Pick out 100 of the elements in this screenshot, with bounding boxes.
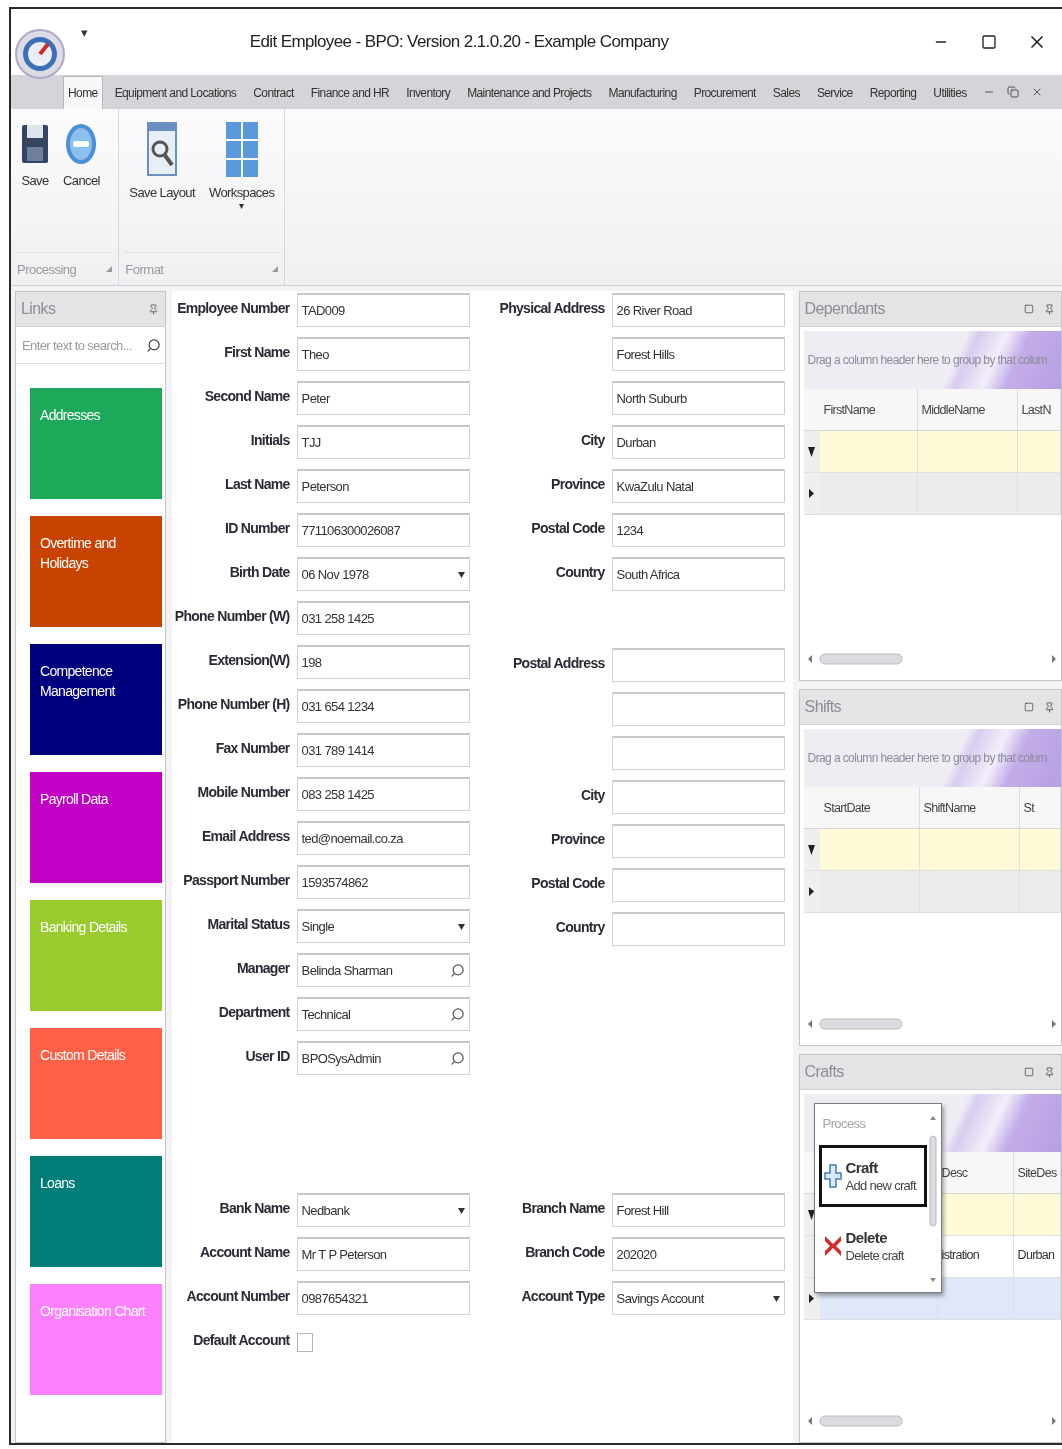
ribbon-button[interactable]: Save Layout	[125, 117, 199, 252]
field-label: Account Number	[185, 1287, 290, 1306]
ribbon-tab[interactable]: Contract	[248, 75, 299, 109]
input-field[interactable]: Peter	[296, 381, 470, 415]
menu-item-title: Craft	[845, 1159, 879, 1176]
window-title: Edit Employee - BPO: Version 2.1.0.20 - Example Company	[248, 32, 670, 52]
ribbon-tab[interactable]: Manufacturing	[603, 75, 682, 109]
ribbon-tab[interactable]: Utilities	[928, 75, 972, 109]
column-header[interactable]: MiddleName	[917, 389, 1018, 431]
column-header[interactable]: St	[1019, 787, 1061, 829]
input-field[interactable]: ted@noemail.co.za	[296, 821, 470, 855]
ribbon-button[interactable]: Cancel	[59, 117, 104, 252]
column-header[interactable]: ShiftName	[919, 787, 1020, 829]
field-value: 031 654 1234	[301, 699, 374, 714]
field-value: Peterson	[301, 479, 349, 494]
field-value: 198	[301, 655, 322, 670]
ribbon-tab[interactable]: Reporting	[864, 75, 922, 109]
lookup-field[interactable]: BPOSysAdmin	[296, 1041, 470, 1075]
input-field[interactable]: TAD009	[296, 293, 470, 327]
dropdown-field[interactable]: 06 Nov 1978	[296, 557, 470, 591]
lookup-field[interactable]: Technical	[296, 997, 470, 1031]
field-label: Country	[554, 563, 605, 582]
lookup-field[interactable]: Belinda Sharman	[296, 953, 470, 987]
input-field[interactable]: Forest Hill	[611, 1193, 785, 1227]
field-value: Peter	[301, 391, 330, 406]
input-field[interactable]: KwaZulu Natal	[611, 469, 785, 503]
input-field[interactable]: 26 River Road	[611, 293, 785, 327]
field-label: City	[579, 786, 605, 805]
ribbon-tab[interactable]: Inventory	[401, 75, 456, 109]
dropdown-field[interactable]: Single	[296, 909, 470, 943]
ribbon-tab[interactable]: Home	[63, 75, 103, 109]
input-field[interactable]: 198	[296, 645, 470, 679]
link-tile[interactable]: Loans	[30, 1156, 162, 1267]
input-field[interactable]: Peterson	[296, 469, 470, 503]
field-value: Forest Hills	[616, 347, 675, 362]
input-field[interactable]: 1593574862	[296, 865, 470, 899]
dropdown-field[interactable]: Nedbank	[296, 1193, 470, 1227]
menu-item[interactable]: Craft Add new craft	[818, 1145, 927, 1207]
link-tile[interactable]: Competence Management	[30, 644, 162, 755]
input-field[interactable]: TJJ	[296, 425, 470, 459]
quick-access-menu[interactable]: ▾	[81, 24, 88, 40]
ribbon-tab[interactable]: Procurement	[688, 75, 761, 109]
ribbon-tab[interactable]: Service	[811, 75, 858, 109]
ribbon-tab[interactable]: Maintenance and Projects	[462, 75, 597, 109]
field-value: 771106300026087	[301, 523, 401, 538]
field-value: BPOSysAdmin	[301, 1051, 381, 1066]
input-field[interactable]: Mr T P Peterson	[296, 1237, 470, 1271]
input-field[interactable]: South Africa	[611, 557, 785, 591]
input-field[interactable]: 031 258 1425	[296, 601, 470, 635]
field-value: Belinda Sharman	[301, 963, 393, 978]
field-value: 1593574862	[301, 875, 368, 890]
field-value: ted@noemail.co.za	[301, 831, 403, 846]
ribbon-tab[interactable]: Finance and HR	[305, 75, 395, 109]
field-label: First Name	[223, 343, 290, 362]
field-value: 083 258 1425	[301, 787, 374, 802]
group-by-hint: Drag a column header here to group by that colum	[807, 751, 1047, 765]
field-label: User ID	[244, 1047, 290, 1066]
field-value: 06 Nov 1978	[301, 567, 369, 582]
input-field[interactable]: North Suburb	[611, 381, 785, 415]
column-header[interactable]: StartDate	[819, 787, 920, 829]
ribbon-tab[interactable]: Sales	[767, 75, 805, 109]
field-label: Fax Number	[214, 739, 290, 758]
input-field[interactable]: 083 258 1425	[296, 777, 470, 811]
input-field[interactable]: Durban	[611, 425, 785, 459]
link-tile[interactable]: Payroll Data	[30, 772, 162, 883]
field-label: Province	[550, 830, 605, 849]
ribbon-tab[interactable]: Equipment and Locations	[109, 75, 242, 109]
field-label: Postal Code	[530, 519, 605, 538]
input-field[interactable]: 0987654321	[296, 1281, 470, 1315]
link-tile[interactable]: Overtime and Holidays	[30, 516, 162, 627]
field-value: 031 258 1425	[301, 611, 374, 626]
field-label: Second Name	[203, 387, 290, 406]
search-field[interactable]: Enter text to search...	[20, 336, 144, 354]
field-label: Mobile Number	[196, 783, 290, 802]
dropdown-field[interactable]: Savings Account	[611, 1281, 785, 1315]
column-header[interactable]: LastN	[1017, 389, 1061, 431]
ribbon-button[interactable]: Workspaces ▾	[205, 117, 279, 252]
input-field[interactable]: Theo	[296, 337, 470, 371]
menu-item-title: Delete	[845, 1229, 888, 1246]
field-value: Durban	[616, 435, 656, 450]
input-field[interactable]: 771106300026087	[296, 513, 470, 547]
ribbon-button[interactable]: Save	[17, 117, 53, 252]
field-label: Email Address	[200, 827, 290, 846]
input-field[interactable]: 031 789 1414	[296, 733, 470, 767]
field-label: Birth Date	[228, 563, 290, 582]
field-label: Default Account	[192, 1331, 290, 1350]
menu-title: Process	[821, 1115, 867, 1133]
input-field[interactable]: 1234	[611, 513, 785, 547]
input-field[interactable]: 031 654 1234	[296, 689, 470, 723]
panel-title: Shifts	[804, 698, 841, 716]
menu-item[interactable]: Delete Delete craft	[818, 1215, 927, 1277]
column-header[interactable]: SiteDes	[1013, 1152, 1061, 1194]
field-value: 26 River Road	[616, 303, 692, 318]
input-field[interactable]: 202020	[611, 1237, 785, 1271]
field-value: North Suburb	[616, 391, 687, 406]
field-label: Initials	[249, 431, 290, 450]
column-header[interactable]: FirstName	[819, 389, 918, 431]
field-value: Mr T P Peterson	[301, 1247, 387, 1262]
input-field[interactable]: Forest Hills	[611, 337, 785, 371]
panel-title: Dependants	[804, 300, 885, 318]
